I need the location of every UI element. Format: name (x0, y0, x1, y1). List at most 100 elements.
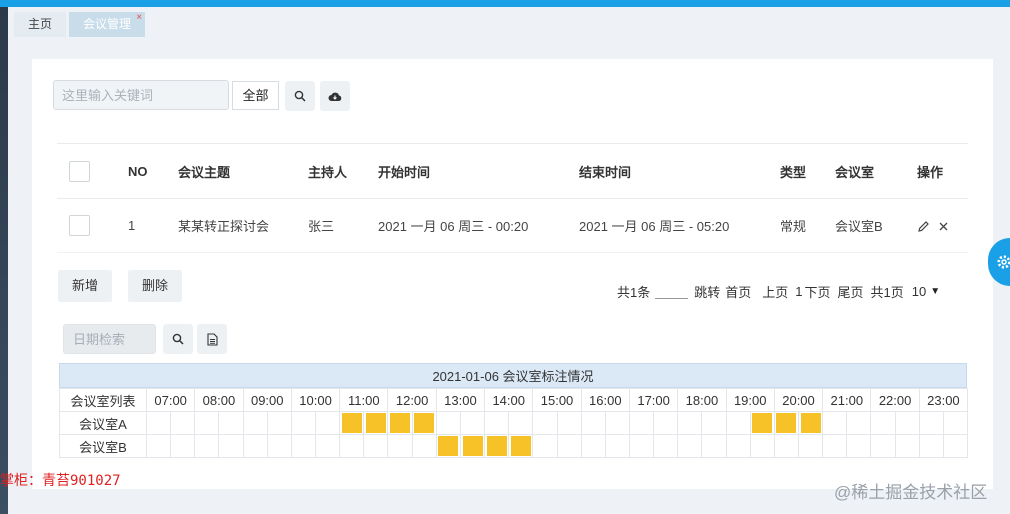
booked-slot[interactable] (800, 413, 821, 433)
time-slot-cell[interactable] (918, 434, 944, 458)
booked-slot[interactable] (414, 413, 435, 433)
time-slot-cell[interactable] (556, 411, 582, 435)
export-button[interactable] (197, 324, 227, 354)
time-slot-cell[interactable] (677, 411, 703, 435)
time-slot-cell[interactable] (870, 434, 896, 458)
time-slot-cell[interactable] (218, 411, 244, 435)
date-search-input[interactable] (63, 324, 156, 354)
time-slot-cell[interactable] (701, 411, 727, 435)
booked-slot[interactable] (390, 413, 411, 433)
table-row[interactable]: 1 某某转正探讨会 张三 2021 一月 06 周三 - 00:20 2021 … (57, 198, 968, 253)
time-slot-cell[interactable] (387, 434, 413, 458)
time-slot-cell[interactable] (484, 411, 510, 435)
time-slot-cell[interactable] (918, 411, 944, 435)
time-slot-cell[interactable] (242, 411, 268, 435)
time-slot-cell[interactable] (797, 411, 824, 435)
time-slot-cell[interactable] (604, 434, 630, 458)
delete-icon[interactable] (938, 221, 949, 232)
time-slot-cell[interactable] (894, 411, 920, 435)
time-slot-cell[interactable] (170, 411, 196, 435)
time-slot-cell[interactable] (677, 434, 703, 458)
time-slot-cell[interactable] (797, 434, 824, 458)
time-slot-cell[interactable] (484, 434, 510, 458)
pager-last[interactable]: 尾页 (838, 282, 864, 301)
time-slot-cell[interactable] (773, 434, 800, 458)
time-slot-cell[interactable] (653, 411, 679, 435)
time-slot-cell[interactable] (145, 411, 172, 435)
time-slot-cell[interactable] (459, 434, 486, 458)
booked-slot[interactable] (486, 436, 507, 456)
time-slot-cell[interactable] (773, 411, 800, 435)
time-slot-cell[interactable] (266, 411, 292, 435)
pager-first[interactable]: 首页 (725, 282, 751, 301)
time-slot-cell[interactable] (580, 434, 606, 458)
time-slot-cell[interactable] (339, 411, 365, 435)
time-slot-cell[interactable] (339, 434, 365, 458)
time-slot-cell[interactable] (580, 411, 606, 435)
time-slot-cell[interactable] (194, 411, 220, 435)
chevron-down-icon[interactable]: ▼ (930, 286, 940, 297)
delete-button[interactable]: 删除 (128, 270, 183, 302)
booked-slot[interactable] (438, 436, 459, 456)
time-slot-cell[interactable] (822, 434, 848, 458)
select-all-checkbox[interactable] (69, 160, 90, 182)
time-slot-cell[interactable] (846, 434, 872, 458)
time-slot-cell[interactable] (942, 434, 969, 458)
pager-size-select[interactable]: 10 (912, 284, 926, 299)
time-slot-cell[interactable] (894, 434, 920, 458)
booked-slot[interactable] (752, 413, 773, 433)
cloud-download-button[interactable] (320, 81, 350, 111)
tab-home[interactable]: 主页 (14, 12, 67, 37)
time-slot-cell[interactable] (870, 411, 896, 435)
add-button[interactable]: 新增 (58, 270, 113, 302)
time-slot-cell[interactable] (653, 434, 679, 458)
time-slot-cell[interactable] (194, 434, 220, 458)
time-slot-cell[interactable] (363, 411, 389, 435)
row-checkbox[interactable] (69, 215, 90, 236)
time-slot-cell[interactable] (218, 434, 244, 458)
edit-icon[interactable] (917, 220, 930, 233)
booked-slot[interactable] (365, 413, 386, 433)
booked-slot[interactable] (510, 436, 531, 456)
time-slot-cell[interactable] (266, 434, 292, 458)
booked-slot[interactable] (341, 413, 362, 433)
filter-all-button[interactable]: 全部 (232, 81, 279, 110)
pager-next[interactable]: 下页 (805, 282, 831, 301)
time-slot-cell[interactable] (242, 434, 268, 458)
search-input[interactable] (53, 80, 229, 110)
tab-meeting-management[interactable]: 会议管理 × (69, 12, 146, 37)
time-slot-cell[interactable] (508, 411, 534, 435)
pager-current[interactable]: 1 (795, 284, 802, 299)
time-slot-cell[interactable] (628, 411, 655, 435)
time-slot-cell[interactable] (725, 411, 751, 435)
time-slot-cell[interactable] (604, 411, 630, 435)
time-slot-cell[interactable] (822, 411, 848, 435)
time-slot-cell[interactable] (315, 411, 341, 435)
time-slot-cell[interactable] (387, 411, 413, 435)
search-button[interactable] (285, 81, 315, 111)
time-slot-cell[interactable] (725, 434, 751, 458)
pager-prev[interactable]: 上页 (762, 282, 788, 301)
time-slot-cell[interactable] (435, 434, 461, 458)
time-slot-cell[interactable] (411, 411, 437, 435)
close-icon[interactable]: × (136, 5, 142, 30)
time-slot-cell[interactable] (532, 411, 558, 435)
time-slot-cell[interactable] (435, 411, 461, 435)
time-slot-cell[interactable] (315, 434, 341, 458)
time-slot-cell[interactable] (508, 434, 534, 458)
time-slot-cell[interactable] (363, 434, 389, 458)
time-slot-cell[interactable] (846, 411, 872, 435)
time-slot-cell[interactable] (459, 411, 486, 435)
time-slot-cell[interactable] (290, 411, 317, 435)
time-slot-cell[interactable] (942, 411, 969, 435)
pager-jump-input[interactable] (655, 285, 689, 299)
time-slot-cell[interactable] (701, 434, 727, 458)
time-slot-cell[interactable] (749, 411, 775, 435)
time-slot-cell[interactable] (411, 434, 437, 458)
time-slot-cell[interactable] (170, 434, 196, 458)
time-slot-cell[interactable] (749, 434, 775, 458)
time-slot-cell[interactable] (145, 434, 172, 458)
booked-slot[interactable] (776, 413, 797, 433)
booked-slot[interactable] (462, 436, 483, 456)
date-search-button[interactable] (163, 324, 193, 354)
